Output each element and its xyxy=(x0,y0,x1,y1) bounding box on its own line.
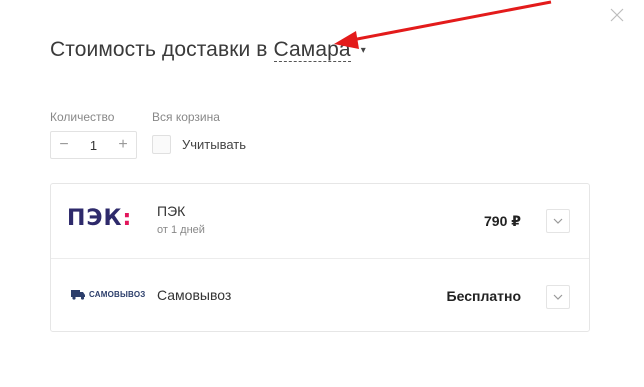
option-price: 790 ₽ xyxy=(484,213,521,229)
caret-down-icon[interactable]: ▾ xyxy=(361,45,366,56)
consider-cart-label[interactable]: Учитывать xyxy=(182,137,246,152)
delivery-options-list: ПЭК: ПЭК от 1 дней 790 ₽ САМОВЫВОЗ Самов… xyxy=(50,183,590,332)
title-prefix: Стоимость доставки в xyxy=(50,38,268,61)
delivery-cost-modal: Стоимость доставки в Самара ▾ Количество… xyxy=(0,0,644,387)
pek-logo: ПЭК: xyxy=(67,206,133,231)
city-selector[interactable]: Самара xyxy=(273,39,351,62)
quantity-label: Количество xyxy=(50,110,115,124)
option-delivery-time: от 1 дней xyxy=(157,224,205,236)
modal-title: Стоимость доставки в Самара ▾ xyxy=(50,38,366,62)
consider-cart-checkbox[interactable] xyxy=(152,135,171,154)
delivery-option-pickup[interactable]: САМОВЫВОЗ Самовывоз Бесплатно xyxy=(51,258,589,332)
option-name: Самовывоз xyxy=(157,287,232,303)
delivery-option-pek[interactable]: ПЭК: ПЭК от 1 дней 790 ₽ xyxy=(51,184,589,259)
minus-button[interactable]: − xyxy=(51,132,77,158)
plus-button[interactable]: + xyxy=(110,132,136,158)
quantity-value[interactable]: 1 xyxy=(90,138,97,153)
close-icon[interactable] xyxy=(610,8,624,22)
chevron-down-icon xyxy=(553,218,563,224)
truck-icon xyxy=(71,290,85,300)
expand-button[interactable] xyxy=(546,285,570,309)
quantity-stepper: − 1 + xyxy=(50,131,137,159)
cart-label: Вся корзина xyxy=(152,110,220,124)
option-name: ПЭК xyxy=(157,203,186,219)
option-price: Бесплатно xyxy=(446,288,521,304)
pickup-logo: САМОВЫВОЗ xyxy=(71,289,145,300)
expand-button[interactable] xyxy=(546,209,570,233)
chevron-down-icon xyxy=(553,294,563,300)
